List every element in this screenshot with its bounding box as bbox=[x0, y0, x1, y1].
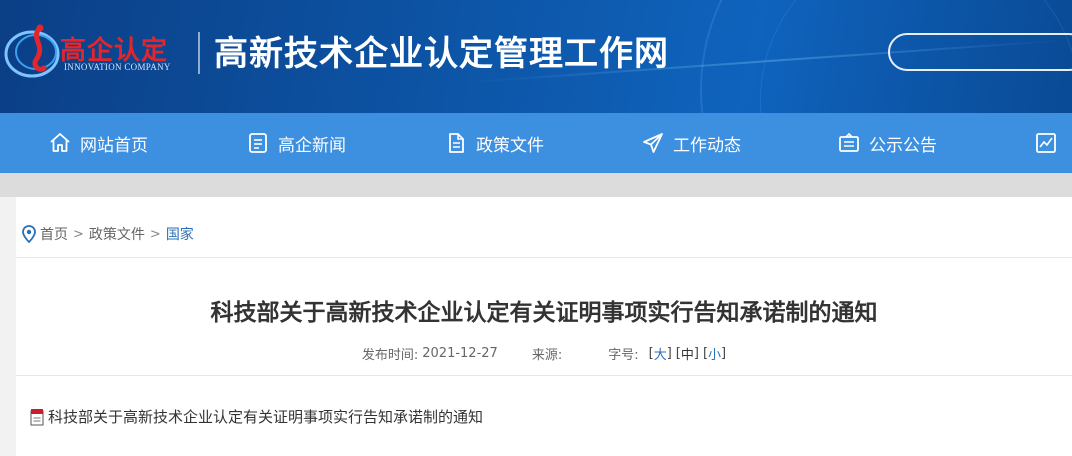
divider bbox=[16, 257, 1072, 258]
logo-english-text: INNOVATION COMPANY bbox=[64, 62, 171, 72]
publish-label: 发布时间: bbox=[361, 348, 419, 363]
file-icon bbox=[449, 133, 464, 153]
nav-item-work[interactable]: 工作动态 bbox=[641, 113, 741, 173]
source-label: 来源: bbox=[531, 348, 563, 363]
attachment-link[interactable]: 科技部关于高新技术企业认定有关证明事项实行告知承诺制的通知 bbox=[30, 406, 483, 427]
nav-item-label: 高企新闻 bbox=[278, 135, 346, 156]
search-input[interactable] bbox=[888, 33, 1072, 71]
nav-item-label: 工作动态 bbox=[673, 135, 741, 156]
nav-item-label: 网站首页 bbox=[80, 135, 148, 156]
font-size-small-button[interactable]: 小 bbox=[708, 344, 721, 363]
breadcrumb-policy[interactable]: 政策文件 bbox=[89, 224, 145, 244]
font-size-medium-button[interactable]: 中 bbox=[681, 344, 694, 363]
paper-plane-icon bbox=[643, 133, 663, 153]
nav-item-policy[interactable]: 政策文件 bbox=[444, 113, 544, 173]
article-title: 科技部关于高新技术企业认定有关证明事项实行告知承诺制的通知 bbox=[210, 300, 878, 326]
breadcrumb: 首页 > 政策文件 > 国家 bbox=[22, 224, 194, 244]
header-banner: 高企认定 INNOVATION COMPANY 高新技术企业认定管理工作网 bbox=[0, 0, 1072, 113]
site-title: 高新技术企业认定管理工作网 bbox=[214, 34, 669, 74]
location-pin-icon bbox=[22, 225, 36, 243]
home-icon bbox=[50, 133, 70, 152]
breadcrumb-separator: > bbox=[149, 226, 161, 242]
nav-item-label: 公示公告 bbox=[869, 135, 937, 156]
pdf-file-icon bbox=[30, 408, 44, 425]
attachment-label: 科技部关于高新技术企业认定有关证明事项实行告知承诺制的通知 bbox=[48, 408, 484, 426]
content-area: 首页 > 政策文件 > 国家 科技部关于高新技术企业认定有关证明事项实行告知承诺… bbox=[0, 197, 1072, 456]
font-size-large-button[interactable]: 大 bbox=[654, 344, 667, 363]
logo-divider bbox=[198, 32, 200, 74]
breadcrumb-home[interactable]: 首页 bbox=[40, 224, 68, 244]
main-nav: 网站首页 高企新闻 政策文件 工作动态 公示公告 bbox=[0, 113, 1072, 173]
font-size-label: 字号: bbox=[608, 348, 639, 363]
divider bbox=[16, 375, 1072, 376]
nav-item-notice[interactable]: 公示公告 bbox=[837, 113, 937, 173]
breadcrumb-separator: > bbox=[73, 226, 84, 242]
article-panel: 首页 > 政策文件 > 国家 科技部关于高新技术企业认定有关证明事项实行告知承诺… bbox=[16, 197, 1072, 456]
nav-item-stats[interactable] bbox=[1034, 113, 1066, 173]
article-meta: 发布时间: 2021-12-27 来源: 字号: [大] [中] [小] bbox=[361, 344, 727, 363]
breadcrumb-national[interactable]: 国家 bbox=[166, 224, 194, 244]
nav-item-news[interactable]: 高企新闻 bbox=[246, 113, 346, 173]
nav-item-home[interactable]: 网站首页 bbox=[48, 113, 148, 173]
chart-icon bbox=[1036, 133, 1056, 153]
publish-date: 2021-12-27 bbox=[422, 346, 498, 361]
nav-shadow-band bbox=[0, 173, 1072, 197]
nav-item-label: 政策文件 bbox=[476, 135, 544, 156]
notice-board-icon bbox=[839, 132, 859, 152]
document-list-icon bbox=[249, 133, 267, 153]
